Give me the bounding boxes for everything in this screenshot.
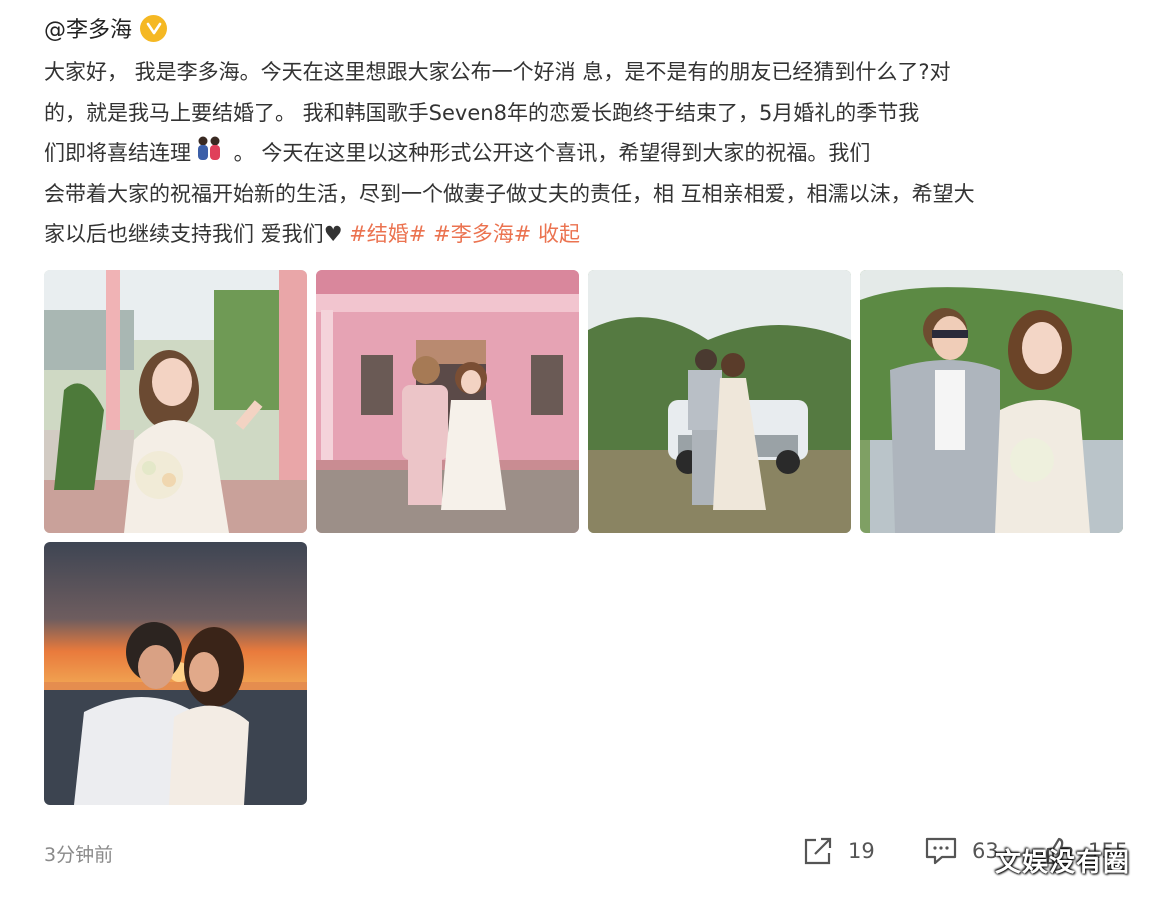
hashtag-wedding[interactable]: #结婚# <box>349 222 426 246</box>
comment-button[interactable]: 63 <box>924 836 999 866</box>
couple-sunset-kiss-photo[interactable] <box>44 542 307 805</box>
watermark-text: 文娱没有圈 <box>995 848 1131 878</box>
username-link[interactable]: @李多海 <box>44 12 132 44</box>
post-text-segment: 家以后也继续支持我们 爱我们 <box>44 222 324 246</box>
post-text-line: 大家好， 我是李多海。今天在这里想跟大家公布一个好消 息，是不是有的朋友已经猜到… <box>44 60 951 84</box>
post-header: @李多海 <box>44 12 168 44</box>
heart-icon: ♥ <box>323 222 343 246</box>
post-text-line: 们即将喜结连理 。 今天在这里以这种形式公开这个喜讯，希望得到大家的祝福。我们 <box>44 133 1119 174</box>
couple-closeup-photo[interactable] <box>860 270 1123 533</box>
post-text-line: 家以后也继续支持我们 爱我们♥ #结婚# #李多海# 收起 <box>44 214 1119 255</box>
couple-vintage-car-photo[interactable] <box>588 270 851 533</box>
post-footer: 3分钟前 19 63 155 <box>44 836 1144 870</box>
share-count: 19 <box>848 839 875 863</box>
post-text: 大家好， 我是李多海。今天在这里想跟大家公布一个好消 息，是不是有的朋友已经猜到… <box>44 52 1119 255</box>
post-text-segment: 们即将喜结连理 <box>44 141 191 165</box>
bride-porch-photo[interactable] <box>44 270 307 533</box>
collapse-button[interactable]: 收起 <box>538 222 580 246</box>
verified-badge-icon <box>140 14 168 42</box>
couple-emoji-icon <box>195 134 223 175</box>
post-text-line: 会带着大家的祝福开始新的生活，尽到一个做妻子做丈夫的责任，相 互相亲相爱，相濡以… <box>44 181 975 206</box>
hashtag-lidahai[interactable]: #李多海# <box>433 222 531 246</box>
couple-pink-house-photo[interactable] <box>316 270 579 533</box>
share-icon <box>802 836 834 866</box>
share-button[interactable]: 19 <box>802 836 875 866</box>
post-time: 3分钟前 <box>44 844 114 866</box>
weibo-post: @李多海 大家好， 我是李多海。今天在这里想跟大家公布一个好消 息，是不是有的朋… <box>0 0 1164 898</box>
post-text-segment: 。 今天在这里以这种形式公开这个喜讯，希望得到大家的祝福。我们 <box>227 141 871 165</box>
comment-icon <box>924 836 958 866</box>
post-text-line: 的，就是我马上要结婚了。 我和韩国歌手Seven8年的恋爱长跑终于结束了，5月婚… <box>44 100 920 125</box>
